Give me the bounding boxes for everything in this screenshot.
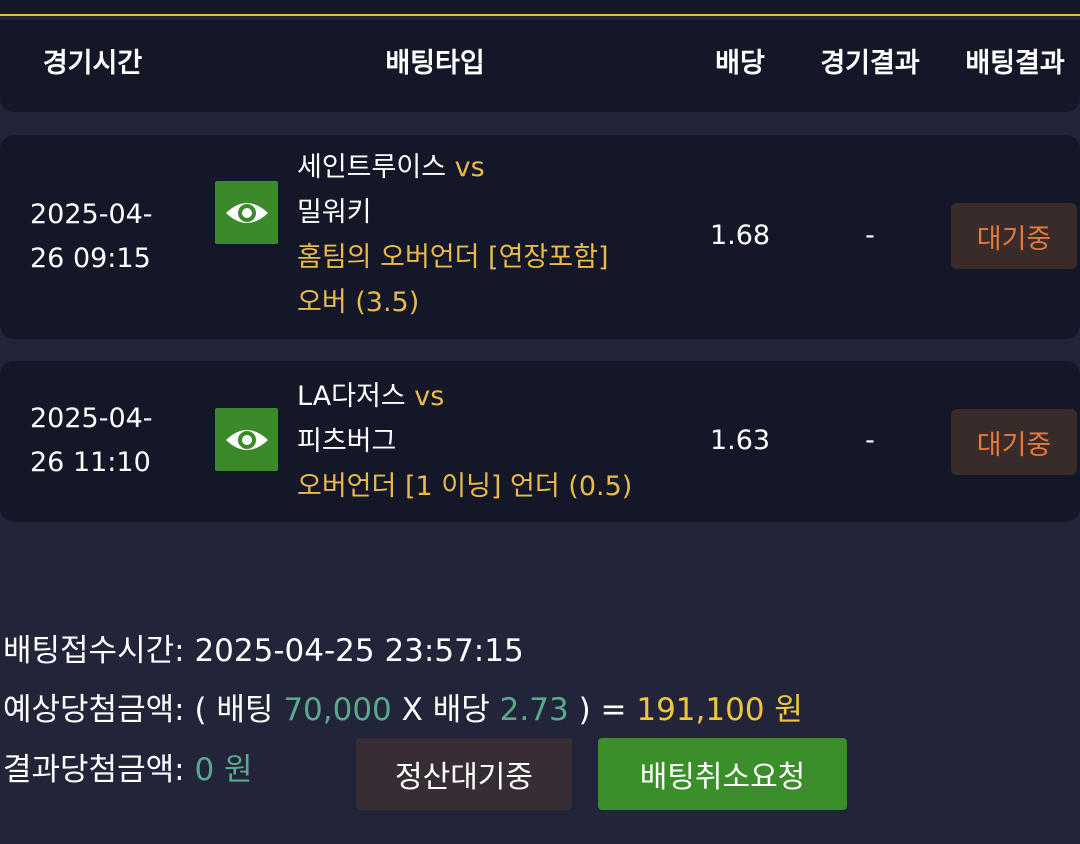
away-team: 피츠버그 bbox=[297, 426, 397, 457]
header-bet-type: 배팅타입 bbox=[385, 48, 485, 79]
home-team: LA다저스 bbox=[297, 381, 406, 412]
bet-amount: 70,000 bbox=[283, 692, 392, 728]
vs-label: vs bbox=[414, 381, 445, 412]
eye-icon[interactable] bbox=[215, 408, 278, 471]
received-value: 2025-04-25 23:57:15 bbox=[194, 633, 524, 669]
bet-date: 2025-04- bbox=[30, 403, 153, 434]
received-time-line: 배팅접수시간: 2025-04-25 23:57:15 bbox=[3, 631, 524, 671]
bet-row: 2025-04- 26 09:15 세인트루이스 vs 밀워키 홈팀의 오버언더… bbox=[0, 135, 1080, 339]
status-badge: 대기중 bbox=[951, 409, 1077, 475]
result-amount: 0 원 bbox=[194, 752, 253, 788]
header-game-result: 경기결과 bbox=[820, 48, 920, 79]
bet-row: 2025-04- 26 11:10 LA다저스 vs 피츠버그 오버언더 [1 … bbox=[0, 361, 1080, 522]
bet-odds: 1.63 bbox=[709, 425, 771, 456]
vs-label: vs bbox=[454, 152, 485, 183]
bet-time: 2025-04- 26 09:15 bbox=[30, 193, 153, 281]
cancel-request-button[interactable]: 배팅취소요청 bbox=[598, 738, 847, 810]
times-sign: X bbox=[401, 692, 423, 728]
bet-word: 배팅 bbox=[216, 692, 274, 728]
header-bet-result: 배팅결과 bbox=[965, 48, 1065, 79]
eye-icon[interactable] bbox=[215, 181, 278, 244]
bet-info: 세인트루이스 vs 밀워키 홈팀의 오버언더 [연장포함] 오버 (3.5) bbox=[297, 145, 608, 325]
odds-word: 배당 bbox=[432, 692, 490, 728]
status-badge: 대기중 bbox=[951, 203, 1077, 269]
bet-market: 오버언더 [1 이닝] 언더 (0.5) bbox=[297, 471, 633, 502]
received-label: 배팅접수시간: bbox=[3, 633, 185, 669]
game-result: - bbox=[865, 220, 875, 251]
settle-pending-button[interactable]: 정산대기중 bbox=[356, 738, 572, 810]
bet-pick: 오버 (3.5) bbox=[297, 287, 420, 318]
top-accent-bar bbox=[0, 0, 1080, 16]
bet-hour: 26 11:10 bbox=[30, 447, 151, 478]
result-label: 결과당첨금액: bbox=[3, 752, 185, 788]
open-paren: ( bbox=[194, 692, 207, 728]
away-team: 밀워키 bbox=[297, 197, 372, 228]
game-result: - bbox=[865, 425, 875, 456]
table-header: 경기시간 배팅타입 배당 경기결과 배팅결과 bbox=[0, 20, 1080, 112]
expected-amount: 191,100 원 bbox=[636, 692, 803, 728]
expected-win-line: 예상당첨금액: ( 배팅 70,000 X 배당 2.73 ) = 191,10… bbox=[3, 690, 803, 730]
header-time: 경기시간 bbox=[42, 48, 143, 79]
home-team: 세인트루이스 bbox=[297, 152, 447, 183]
bet-odds: 1.68 bbox=[709, 220, 771, 251]
header-odds: 배당 bbox=[715, 48, 765, 79]
close-paren: ) = bbox=[578, 692, 627, 728]
result-win-line: 결과당첨금액: 0 원 bbox=[3, 750, 253, 790]
bet-hour: 26 09:15 bbox=[30, 243, 151, 274]
bet-time: 2025-04- 26 11:10 bbox=[30, 397, 153, 485]
bet-date: 2025-04- bbox=[30, 199, 153, 230]
bet-market: 홈팀의 오버언더 [연장포함] bbox=[297, 242, 609, 273]
bet-info: LA다저스 vs 피츠버그 오버언더 [1 이닝] 언더 (0.5) bbox=[297, 374, 632, 509]
expected-label: 예상당첨금액: bbox=[3, 692, 185, 728]
total-odds: 2.73 bbox=[499, 692, 569, 728]
